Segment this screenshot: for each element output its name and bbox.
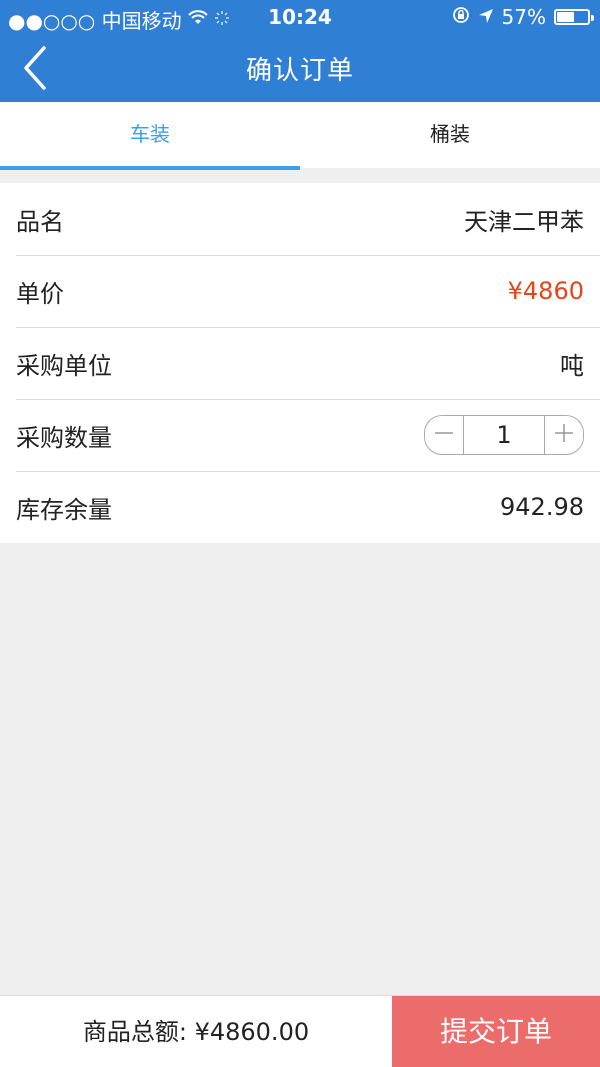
quantity-stepper: 1 xyxy=(424,415,584,455)
total-amount: 商品总额: ¥4860.00 xyxy=(82,1018,310,1046)
quantity-label: 采购数量 xyxy=(16,423,112,452)
status-bar: ●●○○○ 中国移动 10:24 57% xyxy=(0,0,600,34)
quantity-input[interactable]: 1 xyxy=(463,416,545,454)
submit-order-button[interactable]: 提交订单 xyxy=(392,996,600,1067)
status-right: 57% xyxy=(452,5,594,29)
product-name-value: 天津二甲苯 xyxy=(464,207,584,236)
nav-bar: 确认订单 xyxy=(0,34,600,102)
row-purchase-unit: 采购单位 吨 xyxy=(0,327,600,399)
increment-button[interactable] xyxy=(545,416,583,454)
product-name-label: 品名 xyxy=(16,207,64,236)
row-product-name: 品名 天津二甲苯 xyxy=(0,183,600,255)
row-quantity: 采购数量 1 xyxy=(0,399,600,471)
row-unit-price: 单价 ¥4860 xyxy=(0,255,600,327)
minus-icon xyxy=(433,422,455,448)
order-detail-list: 品名 天津二甲苯 单价 ¥4860 采购单位 吨 采购数量 1 库存余量 942… xyxy=(0,183,600,543)
tab-truck-label: 车装 xyxy=(130,122,170,146)
row-stock: 库存余量 942.98 xyxy=(0,471,600,543)
header: ●●○○○ 中国移动 10:24 57% 确认订单 xyxy=(0,0,600,102)
tab-truck[interactable]: 车装 xyxy=(0,102,300,170)
location-arrow-icon xyxy=(478,5,494,29)
tab-bar: 车装 桶装 xyxy=(0,102,600,170)
bottom-bar: 商品总额: ¥4860.00 提交订单 xyxy=(0,995,600,1067)
battery-icon xyxy=(554,9,594,25)
tab-barrel[interactable]: 桶装 xyxy=(300,102,600,168)
battery-fill xyxy=(557,12,574,22)
purchase-unit-value: 吨 xyxy=(560,351,584,380)
plus-icon xyxy=(553,422,575,448)
stock-label: 库存余量 xyxy=(16,495,112,524)
purchase-unit-label: 采购单位 xyxy=(16,351,112,380)
rotation-lock-icon xyxy=(452,5,470,29)
battery-percent: 57% xyxy=(501,5,546,29)
unit-price-value: ¥4860 xyxy=(507,277,584,305)
unit-price-label: 单价 xyxy=(16,279,64,308)
tab-active-underline xyxy=(0,166,300,170)
stock-value: 942.98 xyxy=(500,493,584,521)
page-title: 确认订单 xyxy=(245,56,354,86)
decrement-button[interactable] xyxy=(425,416,463,454)
tab-barrel-label: 桶装 xyxy=(430,122,470,146)
